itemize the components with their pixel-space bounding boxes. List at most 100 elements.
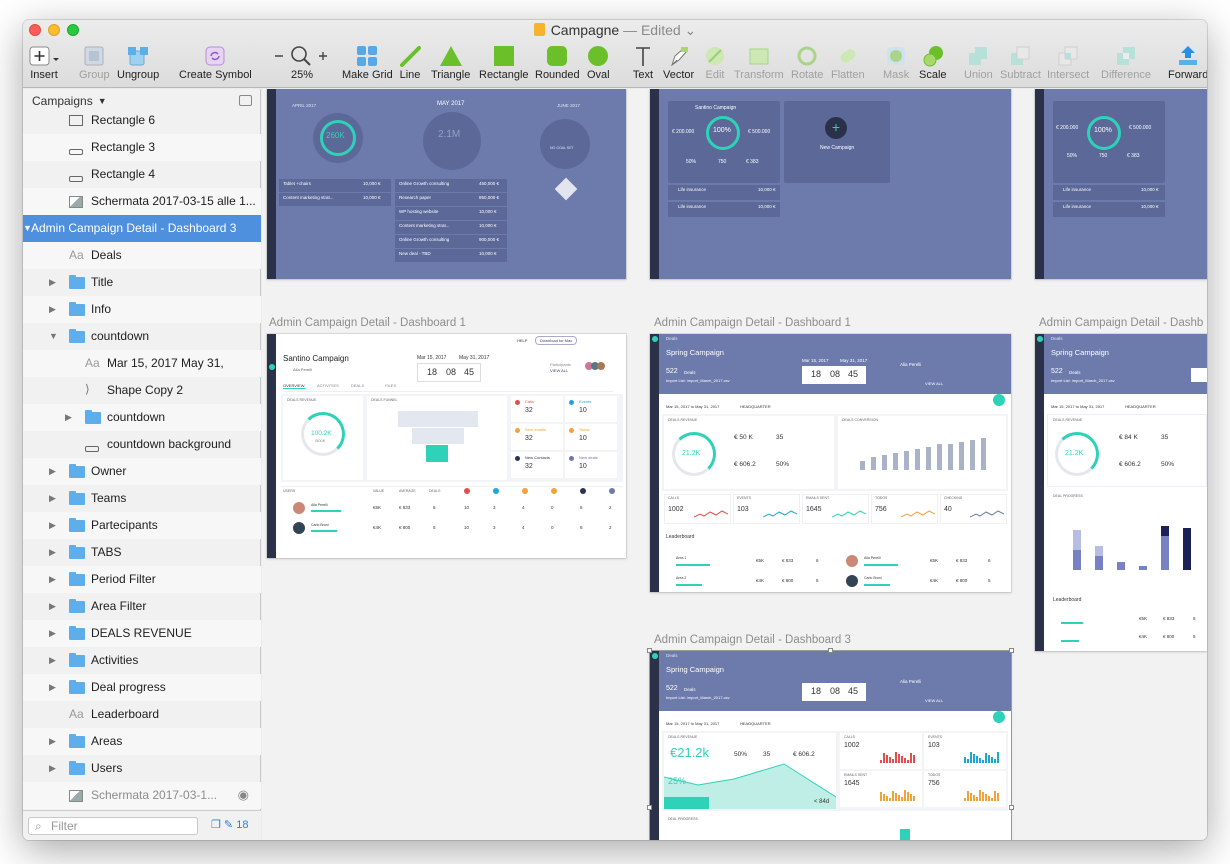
artboard-label[interactable]: Admin Campaign Detail - Dashboard 1 bbox=[654, 317, 851, 329]
layer-row[interactable]: ▶ Title bbox=[23, 269, 261, 296]
create-symbol-button[interactable]: Create Symbol bbox=[179, 42, 252, 81]
insert-button[interactable]: Insert bbox=[29, 42, 59, 81]
edit-button[interactable]: Edit bbox=[704, 42, 726, 81]
layer-row[interactable]: Aa Leaderboard bbox=[23, 701, 261, 728]
oval-tool[interactable]: Oval bbox=[587, 42, 610, 81]
rotate-button[interactable]: Rotate bbox=[791, 42, 823, 81]
disclosure-closed-icon[interactable]: ▶ bbox=[49, 763, 56, 774]
disclosure-closed-icon[interactable]: ▶ bbox=[49, 277, 56, 288]
layer-row[interactable]: ▶ Users bbox=[23, 755, 261, 782]
ungroup-button[interactable]: Ungroup bbox=[117, 42, 159, 81]
layer-row[interactable]: ▶ countdown bbox=[23, 404, 261, 431]
tab[interactable]: DEALS bbox=[351, 383, 364, 388]
disclosure-closed-icon[interactable]: ▶ bbox=[49, 601, 56, 612]
help-link[interactable]: HELP bbox=[517, 338, 527, 343]
line-tool[interactable]: Line bbox=[399, 42, 421, 81]
filter-input[interactable]: ⌕ Filter bbox=[28, 817, 198, 835]
layer-row[interactable]: Aa Mar 15, 2017 May 31, bbox=[23, 350, 261, 377]
view-all-link[interactable]: VIEW ALL bbox=[550, 368, 568, 373]
layer-row[interactable]: ▶ TABS bbox=[23, 539, 261, 566]
resize-handle[interactable] bbox=[1009, 648, 1014, 653]
layer-row[interactable]: Rectangle 3 bbox=[23, 134, 261, 161]
conversion-bar bbox=[970, 440, 975, 470]
resize-handle[interactable] bbox=[647, 805, 652, 810]
transform-button[interactable]: Transform bbox=[734, 42, 784, 81]
user-count: 2 bbox=[609, 525, 612, 530]
zoom-control[interactable]: 25% bbox=[273, 42, 331, 81]
rounded-tool[interactable]: Rounded bbox=[535, 42, 580, 81]
disclosure-closed-icon[interactable]: ▶ bbox=[49, 574, 56, 585]
disclosure-closed-icon[interactable]: ▶ bbox=[49, 655, 56, 666]
subtract-button[interactable]: Subtract bbox=[1000, 42, 1041, 81]
forward-button[interactable]: Forward bbox=[1168, 42, 1207, 81]
layer-row[interactable]: ▶ Period Filter bbox=[23, 566, 261, 593]
edited-layers-icon[interactable]: ❐ ✎ 18 bbox=[211, 818, 248, 831]
layer-row[interactable]: ▶ Deal progress bbox=[23, 674, 261, 701]
disclosure-closed-icon[interactable]: ▶ bbox=[49, 304, 56, 315]
area-filter[interactable]: HEADQUARTER bbox=[740, 404, 771, 409]
layer-row[interactable]: Aa Deals bbox=[23, 242, 261, 269]
canvas[interactable]: APRIL 2017 MAY 2017 JUNE 2017 260K 2.1M … bbox=[262, 89, 1207, 840]
disclosure-closed-icon[interactable]: ▶ bbox=[49, 736, 56, 747]
layer-row[interactable]: ▶ Areas bbox=[23, 728, 261, 755]
layer-row[interactable]: ▶ Teams bbox=[23, 485, 261, 512]
layer-row[interactable]: Schermata 2017-03-15 alle 1... bbox=[23, 188, 261, 215]
rectangle-tool[interactable]: Rectangle bbox=[479, 42, 529, 81]
text-tool[interactable]: Text bbox=[632, 42, 654, 81]
difference-button[interactable]: Difference bbox=[1101, 42, 1151, 81]
artboard-dashboard-2-right[interactable]: Deals Spring Campaign 522 Deals Import L… bbox=[1035, 334, 1207, 651]
layer-row[interactable]: ▶ DEALS REVENUE bbox=[23, 620, 261, 647]
disclosure-closed-icon[interactable]: ▶ bbox=[49, 547, 56, 558]
visibility-eye-icon[interactable]: ◉ bbox=[238, 787, 249, 803]
artboard-label[interactable]: Admin Campaign Detail - Dashb bbox=[1039, 317, 1203, 329]
scale-button[interactable]: Scale bbox=[919, 42, 947, 81]
artboard-top-left[interactable]: APRIL 2017 MAY 2017 JUNE 2017 260K 2.1M … bbox=[267, 89, 626, 279]
make-grid-button[interactable]: Make Grid bbox=[342, 42, 393, 81]
layer-row[interactable]: Rectangle 6 bbox=[23, 107, 261, 134]
period-filter[interactable]: Mar 15, 2017 to May 31, 2017 bbox=[1051, 404, 1104, 409]
flatten-button[interactable]: Flatten bbox=[831, 42, 865, 81]
tab[interactable]: OVERVIEW bbox=[283, 383, 305, 389]
disclosure-closed-icon[interactable]: ▶ bbox=[49, 466, 56, 477]
resize-handle[interactable] bbox=[1009, 805, 1014, 810]
area-filter[interactable]: HEADQUARTER bbox=[1125, 404, 1156, 409]
vector-tool[interactable]: Vector bbox=[663, 42, 694, 81]
tab[interactable]: ACTIVITIES bbox=[317, 383, 339, 388]
layer-row[interactable]: ⟩ Shape Copy 2 bbox=[23, 377, 261, 404]
layer-row[interactable]: ▶ Info bbox=[23, 296, 261, 323]
view-all-link[interactable]: VIEW ALL bbox=[925, 381, 943, 386]
tab[interactable]: FILES bbox=[385, 383, 396, 388]
group-button[interactable]: Group bbox=[79, 42, 110, 81]
layer-row[interactable]: ▶ Activities bbox=[23, 647, 261, 674]
disclosure-open-icon[interactable]: ▼ bbox=[49, 331, 58, 341]
intersect-button[interactable]: Intersect bbox=[1047, 42, 1089, 81]
artboard-label[interactable]: Admin Campaign Detail - Dashboard 1 bbox=[269, 317, 466, 329]
layer-row[interactable]: ▶ Owner bbox=[23, 458, 261, 485]
artboard-top-right[interactable]: 100% € 200.000 € 500.000 50% 750 € 383 L… bbox=[1035, 89, 1207, 279]
disclosure-closed-icon[interactable]: ▶ bbox=[49, 520, 56, 531]
download-button[interactable]: Download for Mac bbox=[535, 336, 578, 345]
disclosure-closed-icon[interactable]: ▶ bbox=[49, 493, 56, 504]
layer-row[interactable]: countdown background bbox=[23, 431, 261, 458]
union-button[interactable]: Union bbox=[964, 42, 993, 81]
collapse-icon[interactable] bbox=[239, 95, 252, 106]
mask-button[interactable]: Mask bbox=[883, 42, 909, 81]
layer-row[interactable]: ▶ Area Filter bbox=[23, 593, 261, 620]
disclosure-closed-icon[interactable]: ▶ bbox=[49, 682, 56, 693]
disclosure-closed-icon[interactable]: ▶ bbox=[65, 412, 72, 423]
artboard-dashboard-1-middle[interactable]: Deals Spring Campaign 522 Deals Import L… bbox=[650, 334, 1011, 592]
layer-row[interactable]: Rectangle 4 bbox=[23, 161, 261, 188]
triangle-tool[interactable]: Triangle bbox=[431, 42, 470, 81]
artboard-dashboard-1-left[interactable]: HELP Download for Mac Santino Campaign A… bbox=[267, 334, 626, 558]
resize-handle[interactable] bbox=[828, 648, 833, 653]
artboard-top-middle[interactable]: Santino Campaign 100% € 200.000 € 500.00… bbox=[650, 89, 1011, 279]
resize-handle[interactable] bbox=[647, 648, 652, 653]
layer-row[interactable]: Schermata 2017-03-1... ◉ bbox=[23, 782, 261, 809]
period-filter[interactable]: Mar 15, 2017 to May 31, 2017 bbox=[666, 404, 719, 409]
layer-row[interactable]: ▼ Admin Campaign Detail - Dashboard 3 bbox=[23, 215, 261, 242]
layer-row[interactable]: ▼ countdown bbox=[23, 323, 261, 350]
disclosure-closed-icon[interactable]: ▶ bbox=[49, 628, 56, 639]
layer-row[interactable]: ▶ Partecipants bbox=[23, 512, 261, 539]
artboard-label[interactable]: Admin Campaign Detail - Dashboard 3 bbox=[654, 634, 851, 646]
user-average: € 800 bbox=[399, 525, 411, 530]
